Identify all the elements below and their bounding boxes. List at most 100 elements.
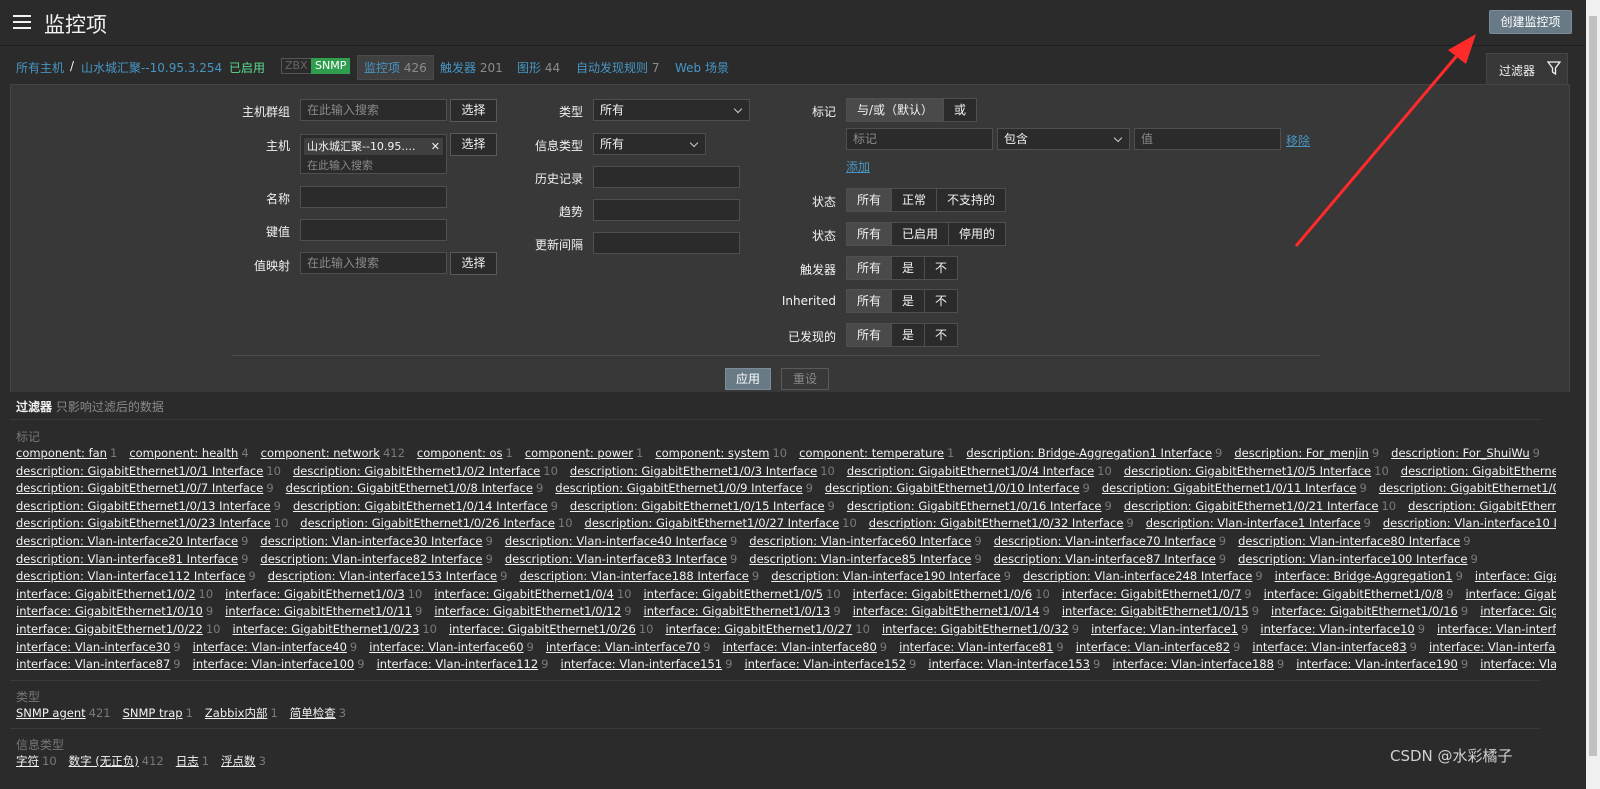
tag-subfilter-link[interactable]: interface: Vlan-interface190: [1296, 657, 1458, 671]
type-subfilter-link[interactable]: SNMP trap: [123, 706, 183, 720]
nav-items[interactable]: 监控项 426: [357, 55, 434, 80]
trigger-no[interactable]: 不: [925, 257, 957, 279]
tag-subfilter-link[interactable]: component: power: [525, 446, 633, 460]
type-subfilter-link[interactable]: 简单检查: [290, 706, 336, 720]
status-enabled[interactable]: 已启用: [892, 223, 950, 245]
tag-add-link[interactable]: 添加: [846, 158, 870, 175]
tag-subfilter-link[interactable]: interface: Vlan-interface10: [1260, 622, 1414, 636]
status-all[interactable]: 所有: [847, 223, 893, 245]
tag-subfilter-link[interactable]: description: GigabitEthernet1/0/2 Interf…: [293, 464, 540, 478]
tag-subfilter-link[interactable]: interface: Vlan-interface100: [193, 657, 355, 671]
tag-subfilter-link[interactable]: description: GigabitEthernet1/0/8 Interf…: [286, 481, 533, 495]
tag-subfilter-link[interactable]: description: GigabitEthernet1/0/12 Inter…: [1379, 481, 1556, 495]
filter-tab[interactable]: 过滤器: [1486, 53, 1568, 84]
tag-subfilter-link[interactable]: interface: GigabitEthernet1/0/9: [1465, 587, 1556, 601]
tag-subfilter-link[interactable]: interface: GigabitEthernet1/0/14: [853, 604, 1040, 618]
breadcrumb-all-hosts[interactable]: 所有主机: [16, 59, 64, 76]
tag-subfilter-link[interactable]: description: Vlan-interface30 Interface: [260, 534, 482, 548]
tag-subfilter-link[interactable]: description: Vlan-interface10 Interface: [1383, 516, 1556, 530]
tag-subfilter-link[interactable]: description: GigabitEthernet1/0/10 Inter…: [825, 481, 1080, 495]
discovered-yes[interactable]: 是: [892, 324, 926, 346]
valuemap-input[interactable]: 在此输入搜索: [300, 252, 447, 274]
interval-input[interactable]: [593, 232, 740, 254]
menu-icon[interactable]: [13, 15, 31, 29]
tag-subfilter-link[interactable]: component: os: [417, 446, 503, 460]
nav-graphs[interactable]: 图形 44: [517, 59, 560, 76]
tag-operator-select[interactable]: 包含: [997, 128, 1130, 150]
tags-and-option[interactable]: 与/或（默认）: [847, 99, 945, 121]
scrollbar-thumb[interactable]: [1589, 16, 1597, 756]
tag-subfilter-link[interactable]: component: health: [129, 446, 238, 460]
tag-subfilter-link[interactable]: interface: Vlan-interface70: [546, 640, 700, 654]
tag-subfilter-link[interactable]: description: For_menjin: [1234, 446, 1368, 460]
tag-subfilter-link[interactable]: description: Vlan-interface1 Interface: [1146, 516, 1361, 530]
tag-subfilter-link[interactable]: interface: Vlan-interface60: [369, 640, 523, 654]
tag-subfilter-link[interactable]: description: Vlan-interface80 Interface: [1238, 534, 1460, 548]
tag-subfilter-link[interactable]: description: Vlan-interface100 Interface: [1238, 552, 1467, 566]
type-subfilter-link[interactable]: Zabbix内部: [205, 706, 268, 720]
host-select-button[interactable]: 选择: [450, 133, 497, 156]
status-disabled[interactable]: 停用的: [949, 223, 1005, 245]
tag-subfilter-link[interactable]: description: GigabitEthernet1/0/23 Inter…: [16, 516, 271, 530]
type-select[interactable]: 所有: [593, 99, 750, 121]
tag-subfilter-link[interactable]: interface: GigabitEthernet1/0/2: [16, 587, 196, 601]
tag-subfilter-link[interactable]: description: GigabitEthernet1/0/9 Interf…: [555, 481, 802, 495]
tag-value-input[interactable]: 值: [1134, 128, 1281, 150]
tag-subfilter-link[interactable]: description: GigabitEthernet1/0/16 Inter…: [847, 499, 1102, 513]
tag-subfilter-link[interactable]: description: GigabitEthernet1/0/22 Inter…: [1408, 499, 1556, 513]
tag-subfilter-link[interactable]: interface: GigabitEthernet1/0/26: [449, 622, 636, 636]
tag-subfilter-link[interactable]: interface: GigabitEthernet1/0/5: [643, 587, 823, 601]
trigger-toggle[interactable]: 所有 是 不: [846, 256, 959, 280]
tag-subfilter-link[interactable]: interface: Vlan-interface85: [1429, 640, 1556, 654]
tag-subfilter-link[interactable]: description: Vlan-interface70 Interface: [994, 534, 1216, 548]
tag-subfilter-link[interactable]: interface: GigabitEthernet1/0/1: [1475, 569, 1556, 583]
discovered-toggle[interactable]: 所有 是 不: [846, 323, 959, 347]
tag-subfilter-link[interactable]: component: temperature: [799, 446, 944, 460]
key-input[interactable]: [300, 219, 447, 241]
tag-subfilter-link[interactable]: interface: GigabitEthernet1/0/13: [644, 604, 831, 618]
tag-subfilter-link[interactable]: interface: Vlan-interface153: [928, 657, 1090, 671]
tag-subfilter-link[interactable]: description: Vlan-interface85 Interface: [749, 552, 971, 566]
tag-subfilter-link[interactable]: description: GigabitEthernet1/0/32 Inter…: [869, 516, 1124, 530]
valuemap-select-button[interactable]: 选择: [450, 252, 497, 275]
tag-subfilter-link[interactable]: description: GigabitEthernet1/0/26 Inter…: [300, 516, 555, 530]
trigger-yes[interactable]: 是: [892, 257, 926, 279]
tag-subfilter-link[interactable]: interface: GigabitEthernet1/0/21: [1480, 604, 1556, 618]
create-item-button[interactable]: 创建监控项: [1489, 10, 1572, 34]
inherited-all[interactable]: 所有: [847, 290, 893, 312]
tags-evaltype-toggle[interactable]: 与/或（默认） 或: [846, 98, 978, 122]
infotype-subfilter-link[interactable]: 数字 (无正负): [69, 754, 139, 768]
tag-subfilter-link[interactable]: interface: Vlan-interface188: [1112, 657, 1274, 671]
infotype-subfilter-link[interactable]: 日志: [176, 754, 199, 768]
tag-subfilter-link[interactable]: component: network: [261, 446, 380, 460]
host-status-enabled[interactable]: 已启用: [229, 59, 265, 76]
tag-subfilter-link[interactable]: description: GigabitEthernet1/0/27 Inter…: [585, 516, 840, 530]
tag-subfilter-link[interactable]: description: For_ShuiWu: [1391, 446, 1530, 460]
state-toggle[interactable]: 所有 正常 不支持的: [846, 188, 1007, 212]
history-input[interactable]: [593, 166, 740, 188]
tag-subfilter-link[interactable]: interface: Vlan-interface1: [1091, 622, 1238, 636]
status-toggle[interactable]: 所有 已启用 停用的: [846, 222, 1007, 246]
tag-subfilter-link[interactable]: description: Vlan-interface248 Interface: [1023, 569, 1252, 583]
state-unsupported[interactable]: 不支持的: [937, 189, 1005, 211]
tag-subfilter-link[interactable]: description: Vlan-interface81 Interface: [16, 552, 238, 566]
tag-remove-link[interactable]: 移除: [1286, 132, 1310, 149]
tag-subfilter-link[interactable]: interface: Vlan-interface151: [561, 657, 723, 671]
tag-subfilter-link[interactable]: interface: Vlan-interface248: [1480, 657, 1556, 671]
tag-subfilter-link[interactable]: interface: Vlan-interface81: [899, 640, 1053, 654]
tag-subfilter-link[interactable]: component: fan: [16, 446, 107, 460]
tag-subfilter-link[interactable]: description: GigabitEthernet1/0/4 Interf…: [847, 464, 1094, 478]
tag-subfilter-link[interactable]: interface: Vlan-interface20: [1437, 622, 1556, 636]
tag-subfilter-link[interactable]: description: Vlan-interface87 Interface: [994, 552, 1216, 566]
trends-input[interactable]: [593, 199, 740, 221]
trigger-all[interactable]: 所有: [847, 257, 893, 279]
tag-subfilter-link[interactable]: interface: GigabitEthernet1/0/23: [232, 622, 419, 636]
tag-subfilter-link[interactable]: description: GigabitEthernet1/0/15 Inter…: [570, 499, 825, 513]
tag-subfilter-link[interactable]: description: GigabitEthernet1/0/5 Interf…: [1124, 464, 1371, 478]
tag-subfilter-link[interactable]: interface: GigabitEthernet1/0/27: [665, 622, 852, 636]
state-all[interactable]: 所有: [847, 189, 893, 211]
tag-subfilter-link[interactable]: interface: GigabitEthernet1/0/3: [225, 587, 405, 601]
tag-subfilter-link[interactable]: interface: Vlan-interface82: [1076, 640, 1230, 654]
tag-subfilter-link[interactable]: interface: Vlan-interface152: [744, 657, 906, 671]
inherited-toggle[interactable]: 所有 是 不: [846, 289, 959, 313]
